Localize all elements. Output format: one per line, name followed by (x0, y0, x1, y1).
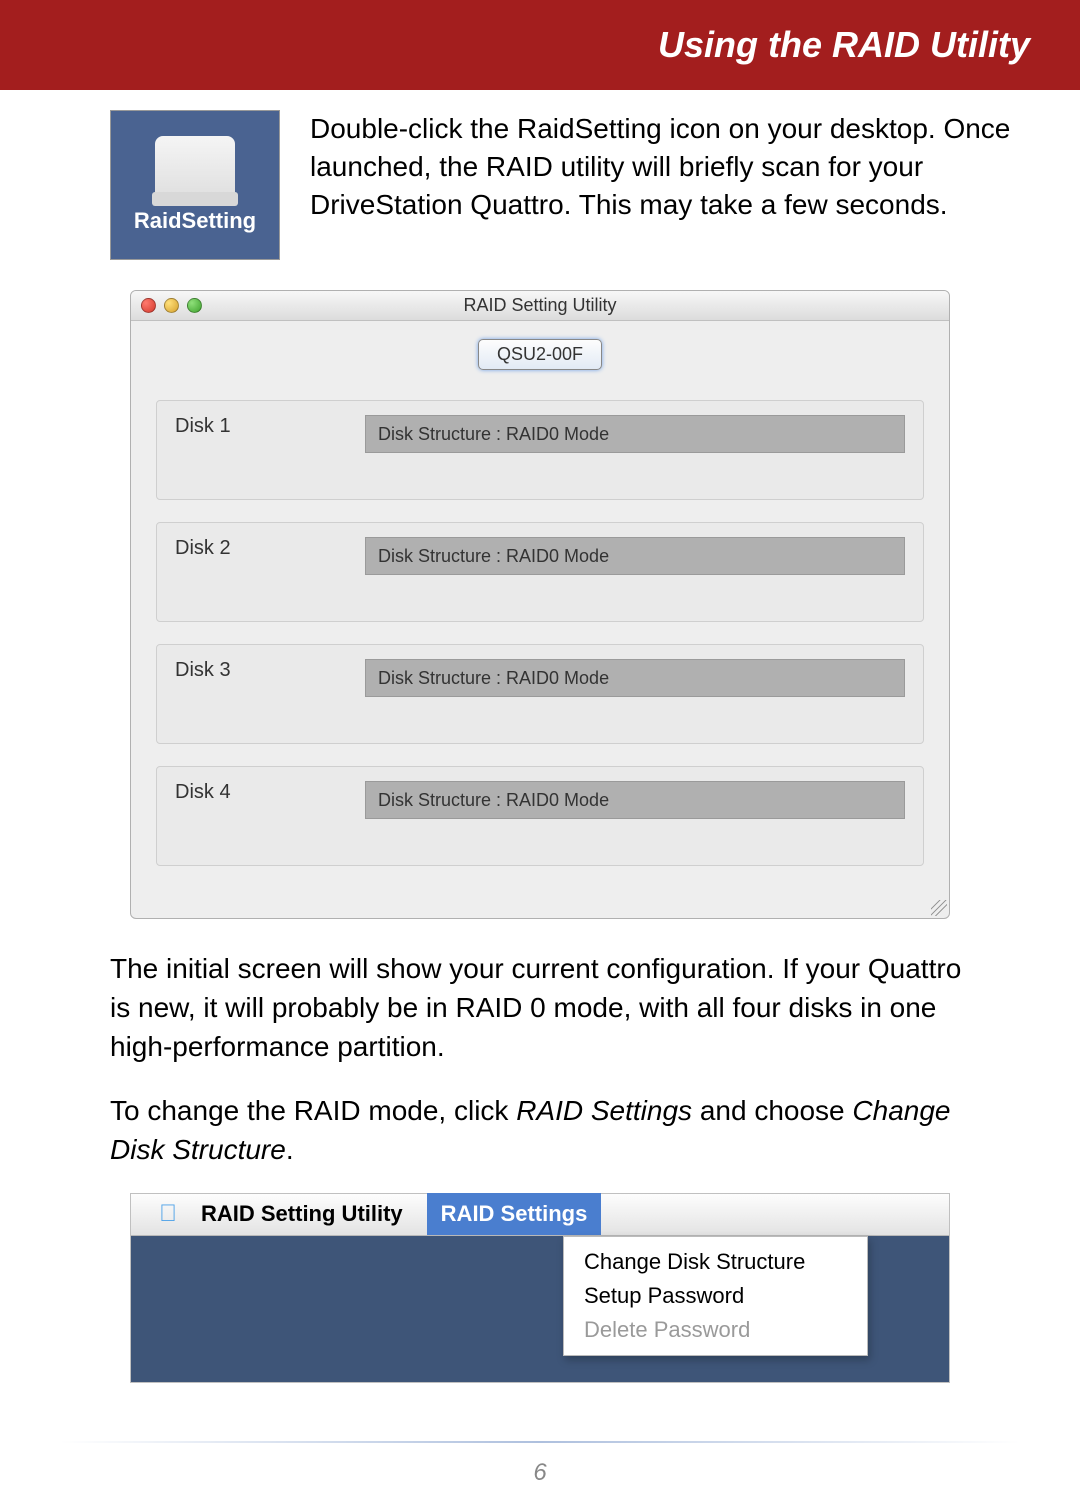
window-title: RAID Setting Utility (131, 295, 949, 316)
body-paragraph-2: To change the RAID mode, click RAID Sett… (110, 1091, 970, 1169)
intro-paragraph: Double-click the RaidSetting icon on you… (310, 110, 1020, 260)
disk-panel: Disk 3 Disk Structure : RAID0 Mode (156, 644, 924, 744)
resize-grip-icon[interactable] (931, 900, 947, 916)
raid-utility-window: RAID Setting Utility QSU2-00F Disk 1Disk… (130, 290, 950, 919)
page-header: Using the RAID Utility (0, 0, 1080, 90)
menu-item[interactable]: Change Disk Structure (564, 1245, 867, 1279)
disk-structure-bar: Disk Structure : RAID0 Mode (365, 781, 905, 819)
disk-structure-bar: Disk Structure : RAID0 Mode (365, 659, 905, 697)
drive-icon (155, 136, 235, 196)
window-titlebar: RAID Setting Utility (131, 291, 949, 321)
disk-label: Disk 1 (175, 415, 325, 438)
apple-menu-icon[interactable]:  (159, 1200, 177, 1228)
disk-label: Disk 4 (175, 781, 325, 804)
disk-panel: Disk 1 Disk Structure : RAID0 Mode (156, 400, 924, 500)
disk-label: Disk 2 (175, 537, 325, 560)
disk-panel: Disk 2 Disk Structure : RAID0 Mode (156, 522, 924, 622)
body-paragraph-1: The initial screen will show your curren… (110, 949, 970, 1067)
menubar-app-name[interactable]: RAID Setting Utility (201, 1201, 403, 1227)
raid-settings-dropdown: Change Disk StructureSetup PasswordDelet… (563, 1236, 868, 1356)
disk-structure-bar: Disk Structure : RAID0 Mode (365, 415, 905, 453)
page-title: Using the RAID Utility (658, 24, 1030, 66)
device-tab[interactable]: QSU2-00F (478, 339, 602, 370)
disk-structure-bar: Disk Structure : RAID0 Mode (365, 537, 905, 575)
page-number: 6 (0, 1459, 1080, 1487)
menubar-screenshot:  RAID Setting Utility RAID Settings Cha… (130, 1193, 950, 1383)
raidsetting-desktop-icon[interactable]: RaidSetting (110, 110, 280, 260)
disk-label: Disk 3 (175, 659, 325, 682)
menu-item: Delete Password (564, 1313, 867, 1347)
menu-item[interactable]: Setup Password (564, 1279, 867, 1313)
menubar-raid-settings[interactable]: RAID Settings (427, 1193, 602, 1235)
icon-label: RaidSetting (134, 208, 256, 234)
mac-menubar:  RAID Setting Utility RAID Settings (131, 1194, 949, 1236)
disk-panel: Disk 4 Disk Structure : RAID0 Mode (156, 766, 924, 866)
